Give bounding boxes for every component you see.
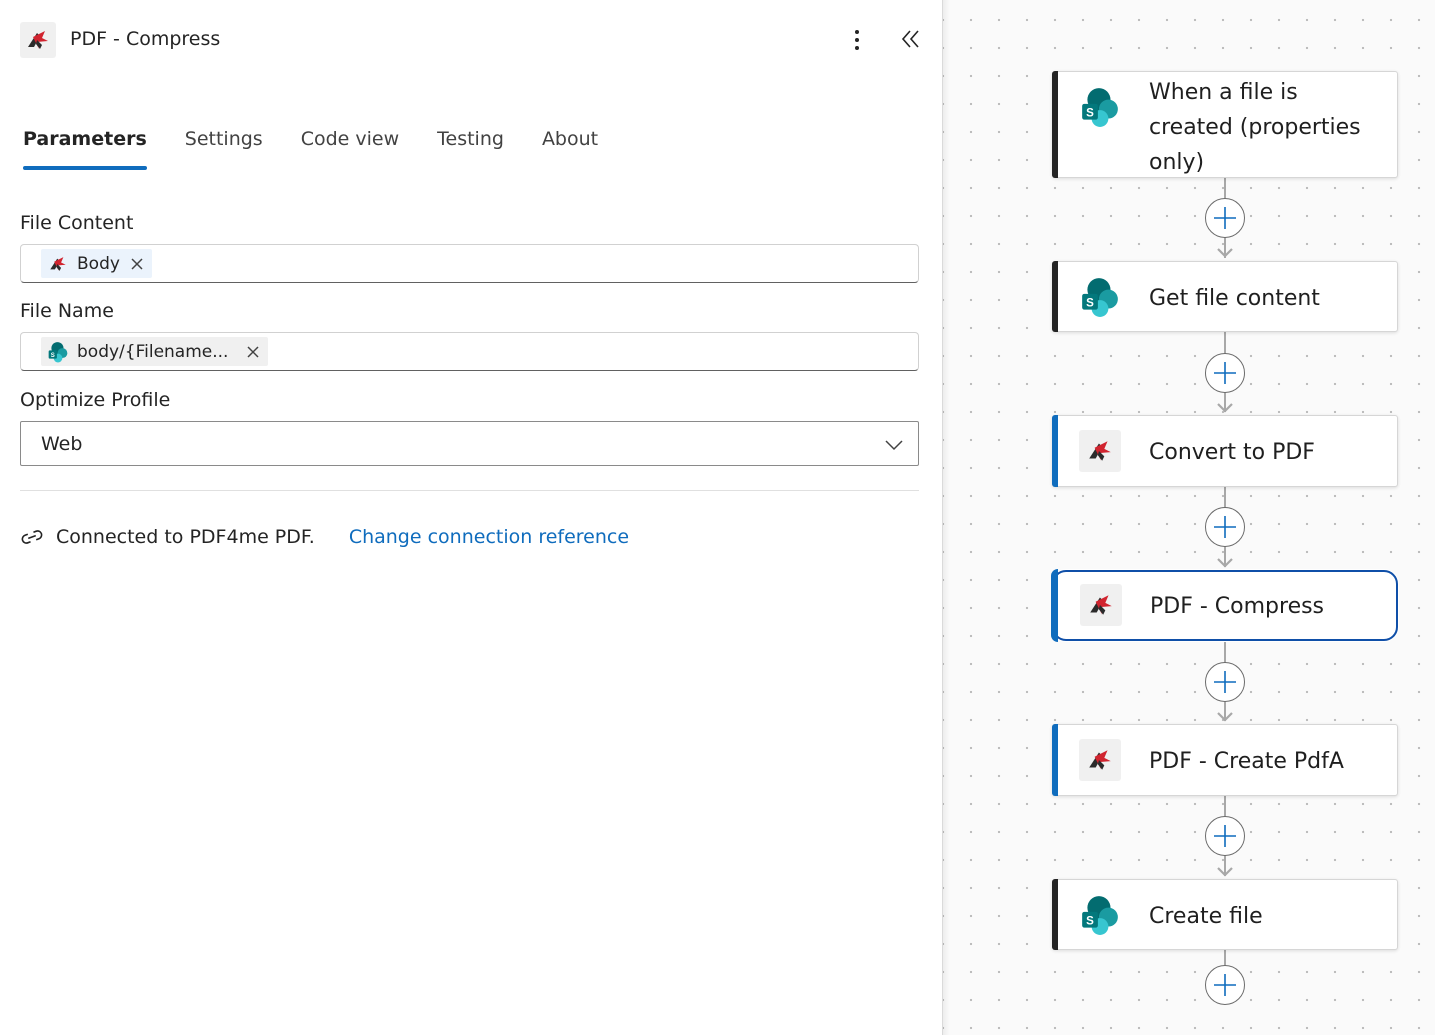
- tab-parameters[interactable]: Parameters: [23, 128, 147, 172]
- node-title: Create file: [1149, 904, 1263, 929]
- file-content-label: File Content: [20, 212, 134, 234]
- arrow-down-icon: [1217, 712, 1233, 722]
- more-dot: [855, 38, 859, 42]
- file-name-input[interactable]: S body/{Filename...: [20, 332, 919, 371]
- remove-token-icon[interactable]: [130, 257, 144, 271]
- file-content-input[interactable]: Body: [20, 244, 919, 283]
- pdf4me-icon: [20, 22, 56, 58]
- insert-step-button[interactable]: [1205, 816, 1245, 856]
- file-content-token[interactable]: Body: [41, 249, 152, 278]
- plus-icon: [1214, 516, 1236, 538]
- insert-step-button[interactable]: [1205, 353, 1245, 393]
- tab-code-view[interactable]: Code view: [301, 128, 399, 172]
- svg-text:S: S: [51, 352, 55, 358]
- chevron-down-icon: [885, 440, 903, 451]
- sharepoint-icon: S: [1079, 894, 1121, 936]
- connector-line: [1224, 950, 1226, 966]
- node-title: When a file is created (properties only): [1149, 80, 1361, 175]
- node-title: PDF - Create PdfA: [1149, 749, 1344, 774]
- arrow-down-icon: [1217, 248, 1233, 258]
- node-title: Get file content: [1149, 286, 1320, 311]
- svg-text:S: S: [1086, 107, 1094, 119]
- tab-testing[interactable]: Testing: [437, 128, 504, 172]
- optimize-profile-dropdown[interactable]: Web: [20, 421, 919, 466]
- pdf4me-icon: [1079, 739, 1121, 781]
- file-name-label: File Name: [20, 300, 114, 322]
- change-connection-link[interactable]: Change connection reference: [349, 526, 629, 548]
- double-chevron-left-icon: [901, 30, 919, 48]
- tab-settings[interactable]: Settings: [185, 128, 263, 172]
- remove-token-icon[interactable]: [246, 345, 260, 359]
- panel-title: PDF - Compress: [70, 28, 221, 50]
- node-title: PDF - Compress: [1150, 594, 1325, 619]
- more-dot: [855, 30, 859, 34]
- more-options-button[interactable]: [846, 26, 868, 54]
- pdf4me-icon: [1080, 584, 1122, 626]
- sharepoint-icon: S: [47, 341, 69, 363]
- svg-text:S: S: [1086, 297, 1094, 309]
- flow-node-create-pdfa[interactable]: PDF - Create PdfA: [1052, 724, 1398, 796]
- flow-node-pdf-compress[interactable]: PDF - Compress: [1051, 569, 1398, 642]
- flow-node-create-file[interactable]: S Create file: [1052, 879, 1398, 950]
- insert-step-button[interactable]: [1205, 662, 1245, 702]
- pdf4me-icon: [47, 253, 69, 275]
- collapse-panel-button[interactable]: [900, 26, 922, 52]
- divider: [20, 490, 919, 491]
- connection-text: Connected to PDF4me PDF.: [56, 526, 315, 548]
- token-label: Body: [77, 253, 120, 274]
- add-step-button[interactable]: [1205, 965, 1245, 1005]
- action-details-panel: PDF - Compress Parameters Settings Code …: [0, 0, 942, 1035]
- arrow-down-icon: [1217, 558, 1233, 568]
- more-dot: [855, 46, 859, 50]
- plus-icon: [1214, 974, 1236, 996]
- canvas-edge-shadow: [942, 0, 950, 1035]
- plus-icon: [1214, 671, 1236, 693]
- tab-about[interactable]: About: [542, 128, 598, 172]
- panel-tabs: Parameters Settings Code view Testing Ab…: [23, 128, 636, 174]
- insert-step-button[interactable]: [1205, 507, 1245, 547]
- panel-header: PDF - Compress: [20, 20, 925, 60]
- dropdown-value: Web: [41, 433, 83, 455]
- arrow-down-icon: [1217, 867, 1233, 877]
- file-name-token[interactable]: S body/{Filename...: [41, 337, 269, 366]
- connection-info: Connected to PDF4me PDF. Change connecti…: [20, 524, 629, 550]
- pdf4me-icon: [1079, 430, 1121, 472]
- plus-icon: [1214, 362, 1236, 384]
- optimize-profile-label: Optimize Profile: [20, 389, 171, 411]
- svg-text:S: S: [1086, 915, 1094, 927]
- plus-icon: [1214, 825, 1236, 847]
- sharepoint-icon: S: [1079, 276, 1121, 318]
- link-icon: [21, 530, 43, 544]
- node-title: Convert to PDF: [1149, 440, 1315, 465]
- plus-icon: [1214, 207, 1236, 229]
- insert-step-button[interactable]: [1205, 198, 1245, 238]
- flow-node-trigger[interactable]: S When a file is created (properties onl…: [1052, 71, 1398, 178]
- sharepoint-icon: S: [1079, 86, 1121, 128]
- flow-node-convert-to-pdf[interactable]: Convert to PDF: [1052, 415, 1398, 487]
- arrow-down-icon: [1217, 403, 1233, 413]
- token-label: body/{Filename...: [77, 341, 229, 362]
- flow-node-get-file-content[interactable]: S Get file content: [1052, 261, 1398, 332]
